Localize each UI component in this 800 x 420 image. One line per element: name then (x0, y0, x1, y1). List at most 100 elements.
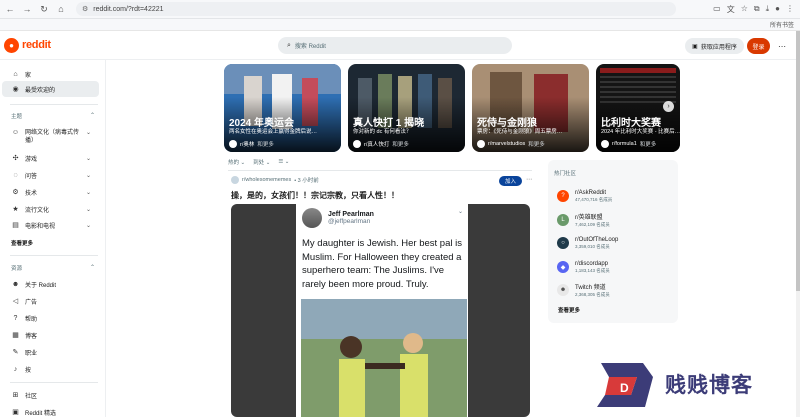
community-item[interactable]: ? r/AskReddit 47,470,716 名成员 (557, 188, 672, 204)
community-item[interactable]: ☻ Twitch 频道 2,368,305 名成员 (557, 282, 672, 298)
region-dropdown[interactable]: 到处 ⌄ (253, 158, 270, 166)
scrollbar-thumb[interactable] (796, 31, 800, 291)
card-description: 2024 年比利时大奖赛 - 比赛后… (601, 129, 680, 135)
sidebar-item-communities[interactable]: ⊞ 社区 (2, 387, 99, 403)
view-mode-icon: ☰ (278, 159, 284, 165)
sidebar-item-careers[interactable]: ✎ 职业 (2, 344, 99, 360)
watermark-mark: D (620, 381, 629, 395)
subreddit-avatar[interactable] (231, 176, 239, 184)
best-of-icon: ▣ (12, 409, 19, 416)
movie-icon: ▤ (12, 222, 19, 229)
search-placeholder: 搜索 Reddit (294, 44, 326, 50)
topics-heading[interactable]: 主题 ⌃ (11, 112, 101, 120)
sidebar-item-label: 游戏 (25, 156, 38, 163)
chevron-down-icon: ⌄ (85, 206, 91, 213)
back-icon[interactable]: ← (3, 2, 17, 16)
subreddit-avatar (601, 140, 609, 148)
login-button[interactable]: 登录 (747, 38, 770, 54)
profile-icon[interactable]: ● (775, 4, 780, 15)
more-options-icon[interactable]: ⋯ (775, 38, 789, 54)
feed-post[interactable]: r/wholesomememes • 3 小时前 加入 ⋯ 操，是的，女孩们！！… (228, 174, 532, 417)
home-browser-icon[interactable]: ⌂ (54, 2, 68, 16)
sidebar-item-pop-culture[interactable]: ★ 流行文化 ⌄ (2, 201, 99, 217)
view-dropdown[interactable]: ☰ ⌄ (278, 159, 289, 165)
sidebar-item-label: 网络文化（病毒式传播） (25, 130, 80, 144)
sidebar-item-best-of[interactable]: ▣ Reddit 精选 (2, 404, 99, 420)
page-scrollbar[interactable] (796, 31, 800, 417)
see-more-topics-link[interactable]: 查看更多 (11, 239, 33, 247)
sidebar-item-movies-tv[interactable]: ▤ 电影和电视 ⌄ (2, 217, 99, 233)
sidebar-item-internet-culture[interactable]: ☺ 网络文化（病毒式传播） ⌄ (2, 126, 99, 148)
sidebar-item-help[interactable]: ? 帮助 (2, 310, 99, 326)
sidebar-item-label: 流行文化 (25, 207, 50, 214)
post-time: • 3 小时前 (294, 178, 319, 184)
pop-culture-icon: ★ (12, 206, 19, 213)
community-name: r/discordapp (575, 260, 609, 267)
get-app-button[interactable]: ▣ 获取应用程序 (685, 38, 744, 54)
chevron-down-icon: ⌄ (457, 209, 463, 215)
sidebar-item-label: 博客 (25, 333, 38, 340)
sidebar-item-about[interactable]: ☻ 关于 Reddit (2, 276, 99, 292)
bookmark-star-icon[interactable]: ☆ (741, 4, 748, 15)
carousel-next-icon[interactable]: › (663, 101, 674, 112)
browser-toolbar: ← → ↻ ⌂ ⚙ reddit.com/?rdt=42221 ▭ 文 ☆ ⧉ … (0, 0, 800, 19)
post-subreddit[interactable]: r/wholesomememes (242, 177, 291, 183)
topics-heading-label: 主题 (11, 114, 23, 120)
carousel-card-mortal-kombat[interactable]: 真人快打 1 揭晓 你对新的 dc 有何看法？ r/真人快打 和更多 (348, 64, 465, 152)
tweet-photo (301, 299, 467, 417)
resources-heading-label: 资源 (11, 266, 23, 272)
sidebar-item-popular[interactable]: ◉ 最受欢迎的 (2, 81, 99, 97)
forward-icon[interactable]: → (20, 2, 34, 16)
community-item[interactable]: ○ r/OutOfTheLoop 3,359,010 名成员 (557, 235, 672, 251)
sidebar-item-label: 家 (25, 72, 32, 79)
reddit-snoo-icon: ● (4, 37, 19, 53)
post-options-icon[interactable]: ⋯ (526, 176, 532, 183)
card-subreddit-name: r/formula1 (612, 141, 637, 147)
all-bookmarks-link[interactable]: 所有书签 (770, 20, 794, 29)
card-subreddit-name: r/真人快打 (364, 142, 390, 148)
reddit-logo[interactable]: ● reddit (4, 37, 51, 53)
post-title[interactable]: 操，是的，女孩们！！宗记宗教，只看人性！！ (231, 190, 399, 201)
tweet-screenshot: Jeff Pearlman @jeffpearlman ⌄ My daughte… (296, 204, 468, 417)
askreddit-icon: ? (557, 190, 569, 202)
see-more-communities-link[interactable]: 查看更多 (558, 306, 580, 314)
carousel-card-olympics[interactable]: 2024 年奥运会 两名女性在奥运会上赢得金牌后说… r/奥林 和更多 (224, 64, 341, 152)
site-info-icon[interactable]: ⚙ (82, 5, 88, 13)
tweet-text: My daughter is Jewish. Her best pal is M… (302, 238, 462, 290)
tweet-header: Jeff Pearlman @jeffpearlman (302, 208, 374, 228)
community-icon: ⊞ (12, 392, 19, 399)
community-item[interactable]: ◆ r/discordapp 1,183,143 名成员 (557, 259, 672, 275)
translate-icon[interactable]: 文 (727, 4, 735, 15)
sidebar-item-press[interactable]: ♪ 按 (2, 361, 99, 377)
sidebar-item-blog[interactable]: ▦ 博客 (2, 327, 99, 343)
join-button[interactable]: 加入 (499, 176, 522, 186)
technology-icon: ⚙ (12, 189, 19, 196)
browser-menu-icon[interactable]: ⋮ (786, 4, 794, 15)
internet-culture-icon: ☺ (11, 129, 20, 136)
post-media[interactable]: Jeff Pearlman @jeffpearlman ⌄ My daughte… (231, 204, 530, 417)
carousel-card-deadpool[interactable]: 死侍与金刚狼 票房：《死侍与金刚狼》周五票房… r/marvelstudios 和… (472, 64, 589, 152)
feed-sort-bar: 热的 ⌄ 到处 ⌄ ☰ ⌄ (228, 157, 530, 167)
reload-icon[interactable]: ↻ (37, 2, 51, 16)
card-subreddit: r/formula1 和更多 (601, 140, 656, 148)
twitch-icon: ☻ (557, 284, 569, 296)
community-item[interactable]: L r/英雄联盟 7,462,109 名成员 (557, 212, 672, 228)
cast-icon[interactable]: ▭ (713, 4, 721, 15)
address-bar[interactable]: ⚙ reddit.com/?rdt=42221 (76, 2, 676, 16)
sidebar-item-qa[interactable]: ◌ 问答 ⌄ (2, 167, 99, 183)
loop-icon: ○ (557, 237, 569, 249)
sidebar-item-advertise[interactable]: ◁ 广告 (2, 293, 99, 309)
resources-heading[interactable]: 资源 ⌃ (11, 264, 101, 272)
extensions-icon[interactable]: ⧉ (754, 4, 760, 15)
sidebar-item-label: 问答 (25, 173, 38, 180)
sidebar-item-label: 职业 (25, 350, 38, 357)
sidebar-item-home[interactable]: ⌂ 家 (2, 66, 99, 82)
sort-dropdown[interactable]: 热的 ⌄ (228, 158, 245, 166)
sidebar-item-gaming[interactable]: ✣ 游戏 ⌄ (2, 150, 99, 166)
tweet-author-name: Jeff Pearlman (328, 211, 374, 218)
sidebar-item-technology[interactable]: ⚙ 技术 ⌄ (2, 184, 99, 200)
search-input[interactable]: ⌕ 搜索 Reddit (278, 37, 512, 54)
card-extra: 和更多 (639, 142, 657, 148)
wrench-icon: ✎ (12, 349, 19, 356)
download-icon[interactable]: ⤓ (766, 4, 770, 15)
